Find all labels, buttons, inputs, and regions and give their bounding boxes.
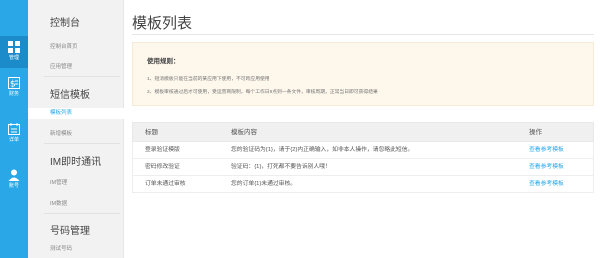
cell-title: 订单未通过审核 xyxy=(145,181,186,187)
table-row: 密码修改验证 验证码：{1}，打死都不要告诉别人哦！ 查看参考模板 xyxy=(132,159,594,176)
sidebar-item-app-manage[interactable]: 应用管理 xyxy=(50,62,72,70)
sidebar-divider xyxy=(44,143,120,144)
table-row: 登录验证模版 您的验证码为{1}，请于{2}内正确输入，如非本人操作，请忽略此短… xyxy=(132,142,594,159)
template-table: 标题 模板内容 操作 登录验证模版 您的验证码为{1}，请于{2}内正确输入，如… xyxy=(132,122,594,193)
sidebar-section-im: IM即时通讯 xyxy=(50,157,102,168)
svg-text:$: $ xyxy=(10,80,16,90)
sidebar-section-console: 控制台 xyxy=(50,18,80,29)
cell-content: 您的订单{1}未通过审核。 xyxy=(231,181,297,187)
cell-content: 验证码：{1}，打死都不要告诉别人哦！ xyxy=(231,164,331,170)
sidebar-section-sms-template: 短信模板 xyxy=(50,90,90,101)
cell-title: 登录验证模版 xyxy=(145,147,180,153)
view-reference-template-link[interactable]: 查看参考模板 xyxy=(529,176,564,193)
cell-content: 您的验证码为{1}，请于{2}内正确输入，如非本人操作，请忽略此短信。 xyxy=(231,147,414,153)
table-row: 订单未通过审核 您的订单{1}未通过审核。 查看参考模板 xyxy=(132,176,594,193)
dollar-doc-icon: $ xyxy=(8,77,20,89)
rail-label-manage: 管理 xyxy=(8,55,19,61)
usage-rules-box: 使用规则： 1、短消模板只能在当前的某应用下使用，不可跨应用使用 2、模板审核通… xyxy=(132,42,594,106)
usage-rule-line: 2、模板审核通过后才可使用，受运营商限制，每个工作日9点到一条文件，审核周期，正… xyxy=(147,90,378,95)
sidebar-item-im-data[interactable]: IM数据 xyxy=(50,199,67,207)
main-content: 模板列表 使用规则： 1、短消模板只能在当前的某应用下使用，不可跨应用使用 2、… xyxy=(124,0,600,258)
secondary-sidebar: 控制台 控制台首页 应用管理 短信模板 模板列表 新增模板 IM即时通讯 IM管… xyxy=(28,0,124,258)
sidebar-divider xyxy=(44,76,120,77)
table-header-row: 标题 模板内容 操作 xyxy=(132,122,594,142)
icon-rail: 管理 $ 财务 详单 账号 xyxy=(0,0,28,258)
rail-item-manage[interactable]: 管理 xyxy=(0,36,28,68)
rail-label-detail: 详单 xyxy=(8,137,19,143)
rail-label-account: 账号 xyxy=(8,183,19,189)
sidebar-item-add-template[interactable]: 新增模板 xyxy=(50,129,72,137)
rail-item-finance[interactable]: $ 财务 xyxy=(0,72,28,104)
sidebar-item-console-home[interactable]: 控制台首页 xyxy=(50,42,78,50)
user-icon xyxy=(8,169,20,181)
usage-rules-title: 使用规则： xyxy=(147,58,180,65)
rail-label-finance: 财务 xyxy=(8,91,19,97)
view-reference-template-link[interactable]: 查看参考模板 xyxy=(529,142,564,159)
column-header-action: 操作 xyxy=(529,129,542,136)
sidebar-divider xyxy=(44,213,120,214)
column-header-title: 标题 xyxy=(145,129,158,136)
view-reference-template-link[interactable]: 查看参考模板 xyxy=(529,159,564,176)
cell-title: 密码修改验证 xyxy=(145,164,180,170)
sidebar-section-number-manage: 号码管理 xyxy=(50,226,90,237)
sidebar-item-test-number[interactable]: 测试号码 xyxy=(50,244,72,252)
sidebar-item-im-manage[interactable]: IM管理 xyxy=(50,178,67,186)
rail-item-detail[interactable]: 详单 xyxy=(0,118,28,150)
calendar-list-icon xyxy=(8,123,20,135)
rail-item-account[interactable]: 账号 xyxy=(0,164,28,196)
sidebar-item-template-list[interactable]: 模板列表 xyxy=(28,108,124,119)
title-divider xyxy=(132,34,594,35)
grid-icon xyxy=(8,41,20,53)
usage-rule-line: 1、短消模板只能在当前的某应用下使用，不可跨应用使用 xyxy=(147,77,270,82)
page-title: 模板列表 xyxy=(132,15,193,32)
column-header-content: 模板内容 xyxy=(231,129,257,136)
